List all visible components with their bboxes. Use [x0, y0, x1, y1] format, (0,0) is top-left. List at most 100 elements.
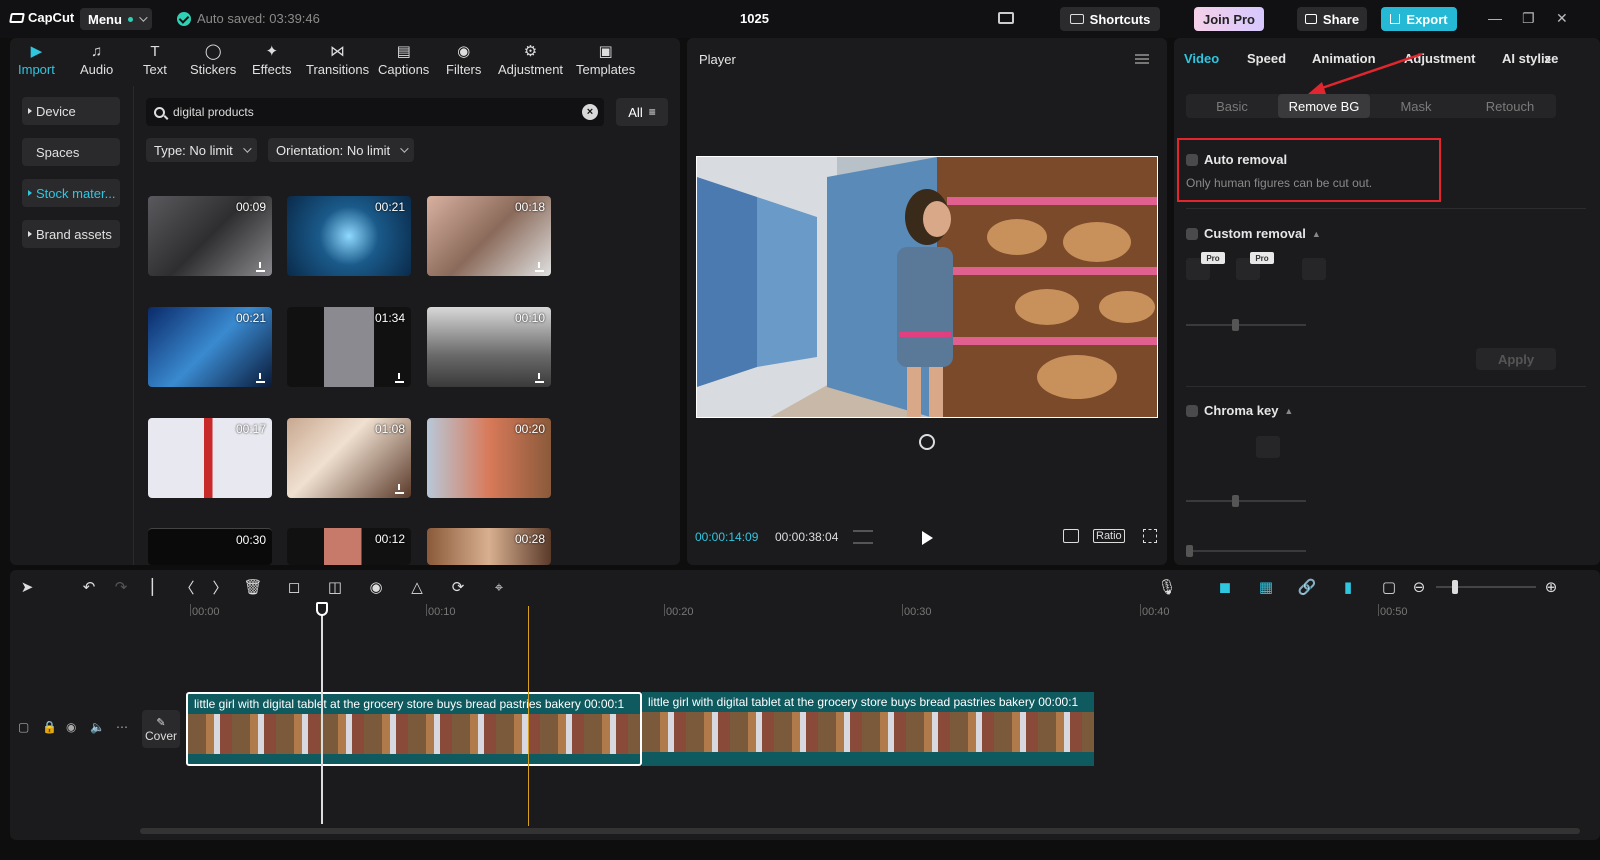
zoom-fit-icon[interactable]	[1063, 529, 1079, 543]
tab-video[interactable]: Video	[1184, 51, 1219, 66]
auto-removal-toggle[interactable]: Auto removal	[1186, 152, 1287, 167]
video-clip[interactable]: little girl with digital tablet at the g…	[186, 692, 642, 766]
download-icon[interactable]	[256, 262, 265, 272]
apply-button[interactable]: Apply	[1476, 348, 1556, 370]
orientation-filter-dropdown[interactable]: Orientation: No limit	[268, 138, 415, 162]
download-icon[interactable]	[256, 373, 265, 383]
chroma-key-toggle[interactable]: Chroma key ▲	[1186, 403, 1293, 418]
video-clip[interactable]: little girl with digital tablet at the g…	[642, 692, 1094, 766]
zoom-slider[interactable]	[1436, 580, 1536, 594]
chroma-key-checkbox[interactable]	[1186, 404, 1198, 417]
microphone-icon[interactable]: 🎙	[1157, 578, 1176, 596]
double-chevron-right-icon[interactable]: »	[1544, 51, 1551, 66]
undo-icon[interactable]: ↶	[80, 578, 98, 596]
shortcuts-button[interactable]: Shortcuts	[1060, 7, 1160, 31]
layout-icon[interactable]	[998, 12, 1014, 24]
subtab-remove-bg[interactable]: Remove BG	[1278, 94, 1370, 118]
cover-button[interactable]: ✎ Cover	[142, 710, 180, 748]
tab-ai-stylize[interactable]: AI stylize	[1502, 51, 1562, 66]
auto-snap-icon[interactable]: ▦	[1257, 578, 1275, 596]
slider-handle[interactable]	[1232, 319, 1239, 331]
media-thumbnail[interactable]: 00:30	[148, 528, 272, 565]
horizontal-scrollbar[interactable]	[140, 828, 1580, 834]
delete-icon[interactable]: 🗑	[243, 578, 262, 596]
tab-transitions[interactable]: ⋈ Transitions	[306, 42, 369, 77]
preview-axis-icon[interactable]: ▮	[1339, 578, 1357, 596]
zoom-slider-handle[interactable]	[1452, 580, 1458, 594]
split-icon[interactable]: ⎜	[145, 578, 163, 596]
tab-templates[interactable]: ▣ Templates	[576, 42, 635, 77]
play-icon[interactable]	[922, 531, 933, 545]
color-picker[interactable]	[1256, 436, 1280, 458]
media-thumbnail[interactable]: 00:20	[427, 418, 551, 498]
freeze-icon[interactable]: ◫	[326, 578, 344, 596]
redo-icon[interactable]: ↷	[112, 578, 130, 596]
sidebar-item-stock-material[interactable]: Stock mater...	[22, 179, 120, 207]
slider-handle[interactable]	[1186, 545, 1193, 557]
subtab-basic[interactable]: Basic	[1186, 94, 1278, 118]
playhead-handle[interactable]	[316, 602, 328, 616]
sidebar-item-device[interactable]: Device	[22, 97, 120, 125]
brush-size-slider[interactable]	[1186, 319, 1306, 331]
media-thumbnail[interactable]: 01:34	[287, 307, 411, 387]
download-icon[interactable]	[395, 484, 404, 494]
mirror-icon[interactable]: △	[408, 578, 426, 596]
close-icon[interactable]: ✕	[1556, 10, 1568, 27]
media-thumbnail[interactable]: 00:10	[427, 307, 551, 387]
download-icon[interactable]	[395, 373, 404, 383]
media-thumbnail[interactable]: 00:21	[287, 196, 411, 276]
tab-text[interactable]: T Text	[143, 42, 167, 78]
restore-icon[interactable]: ❐	[1522, 10, 1535, 27]
media-thumbnail[interactable]: 00:17	[148, 418, 272, 498]
playhead[interactable]	[321, 604, 323, 824]
tab-adjustment[interactable]: ⚙ Adjustment	[498, 42, 563, 77]
media-thumbnail[interactable]: 00:09	[148, 196, 272, 276]
custom-removal-toggle[interactable]: Custom removal ▲	[1186, 226, 1321, 241]
share-button[interactable]: Share	[1297, 7, 1367, 31]
menu-button[interactable]: Menu	[80, 8, 152, 30]
download-icon[interactable]	[535, 373, 544, 383]
link-icon[interactable]: 🔗	[1298, 578, 1317, 596]
all-filter-button[interactable]: All ≡	[616, 98, 668, 126]
tab-captions[interactable]: ▤ Captions	[378, 42, 429, 77]
rotate-icon[interactable]: ⟳	[449, 578, 467, 596]
media-thumbnail[interactable]: 00:18	[427, 196, 551, 276]
tab-filters[interactable]: ◉ Filters	[446, 42, 481, 77]
timecode-grid-icon[interactable]	[853, 530, 873, 544]
zoom-in-icon[interactable]: ⊕	[1542, 578, 1560, 596]
sidebar-item-brand-assets[interactable]: Brand assets	[22, 220, 120, 248]
track-toggle-icon[interactable]: ▢	[18, 720, 29, 734]
slider-handle[interactable]	[1232, 495, 1239, 507]
main-track-magnet-icon[interactable]: ◼	[1216, 578, 1234, 596]
custom-removal-checkbox[interactable]	[1186, 227, 1198, 240]
clear-search-button[interactable]: ×	[582, 104, 598, 120]
volume-icon[interactable]: 🔈	[90, 720, 105, 734]
eye-icon[interactable]: ◉	[66, 720, 76, 734]
download-icon[interactable]	[535, 262, 544, 272]
tab-speed[interactable]: Speed	[1247, 51, 1286, 66]
tab-stickers[interactable]: ◯ Stickers	[190, 42, 236, 77]
tab-audio[interactable]: ♫ Audio	[80, 42, 113, 78]
tab-import[interactable]: ▶ Import	[18, 42, 55, 77]
lock-icon[interactable]: 🔒	[42, 720, 57, 734]
intensity-slider[interactable]	[1186, 495, 1306, 507]
export-button[interactable]: Export	[1381, 7, 1457, 31]
ratio-button[interactable]: Ratio	[1093, 529, 1125, 543]
split-left-icon[interactable]: 〈	[178, 578, 196, 597]
media-thumbnail[interactable]: 00:12	[287, 528, 411, 565]
subtab-mask[interactable]: Mask	[1370, 94, 1462, 118]
type-filter-dropdown[interactable]: Type: No limit	[146, 138, 257, 162]
clear-tool[interactable]	[1302, 258, 1326, 280]
media-thumbnail[interactable]: 01:08	[287, 418, 411, 498]
minimize-icon[interactable]: —	[1488, 10, 1502, 26]
select-tool-icon[interactable]: ➤	[18, 578, 36, 596]
menu-icon[interactable]	[1135, 54, 1149, 64]
video-preview[interactable]	[696, 156, 1158, 418]
fullscreen-icon[interactable]	[1143, 529, 1157, 543]
media-thumbnail[interactable]: 00:28	[427, 528, 551, 565]
play-reverse-icon[interactable]: ◉	[367, 578, 385, 596]
shadow-slider[interactable]	[1186, 545, 1306, 557]
shield-icon[interactable]: ◻	[285, 578, 303, 596]
screen-icon[interactable]: ▢	[1380, 578, 1398, 596]
sidebar-item-spaces[interactable]: Spaces	[22, 138, 120, 166]
